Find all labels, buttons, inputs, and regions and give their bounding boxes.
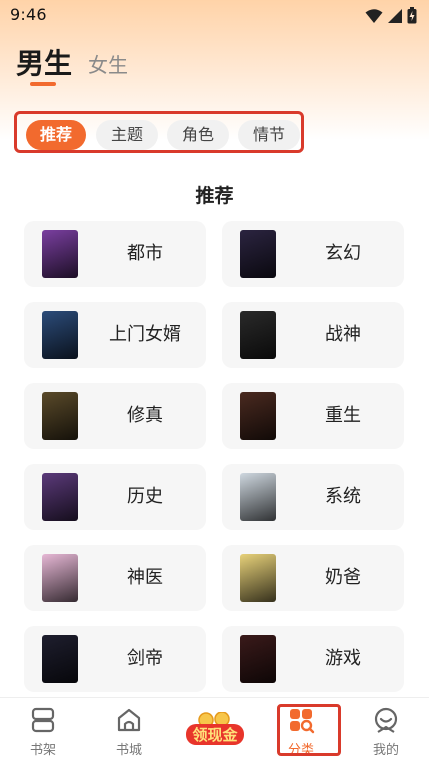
category-label: 系统 <box>325 486 361 507</box>
home-icon <box>117 708 141 732</box>
category-card-dushi[interactable]: 都市 <box>24 221 206 287</box>
category-card-xuanhuan[interactable]: 玄幻 <box>222 221 404 287</box>
book-cover-image <box>42 473 78 521</box>
category-card-shenyi[interactable]: 神医 <box>24 545 206 611</box>
nav-mine-label: 我的 <box>372 743 399 758</box>
category-card-xitong[interactable]: 系统 <box>222 464 404 530</box>
nav-bookstore[interactable]: 书城 <box>86 698 172 764</box>
category-label: 奶爸 <box>325 567 361 588</box>
category-card-lishi[interactable]: 历史 <box>24 464 206 530</box>
category-label: 历史 <box>127 486 163 507</box>
subtab-plot[interactable]: 情节 <box>238 120 300 150</box>
tab-male[interactable]: 男生 <box>16 42 72 82</box>
subtab-role[interactable]: 角色 <box>167 120 229 150</box>
book-cover-image <box>42 635 78 683</box>
category-label: 修真 <box>127 405 163 426</box>
signal-icon <box>388 8 402 23</box>
bookshelf-icon <box>31 707 55 733</box>
nav-mine[interactable]: 我的 <box>343 698 429 764</box>
gender-tabs: 男生 女生 <box>16 42 128 82</box>
category-card-youxi[interactable]: 游戏 <box>222 626 404 692</box>
nav-bookshelf-label: 书架 <box>29 743 56 758</box>
book-cover-image <box>240 473 276 521</box>
book-cover-image <box>240 554 276 602</box>
category-card-xiuzhen[interactable]: 修真 <box>24 383 206 449</box>
nav-bookshelf[interactable]: 书架 <box>0 698 86 764</box>
category-label: 重生 <box>325 405 361 426</box>
tab-male-indicator <box>30 82 56 86</box>
battery-icon <box>407 7 417 24</box>
profile-icon <box>374 707 398 733</box>
category-label: 剑帝 <box>127 648 163 669</box>
tab-male-label: 男生 <box>16 47 73 80</box>
book-cover-image <box>42 311 78 359</box>
wifi-icon <box>365 8 383 23</box>
category-label: 战神 <box>325 324 361 345</box>
book-cover-image <box>42 554 78 602</box>
category-label: 都市 <box>127 243 163 264</box>
category-card-zhanshen[interactable]: 战神 <box>222 302 404 368</box>
nav-bookstore-label: 书城 <box>115 743 142 758</box>
cash-reward-icon[interactable]: 领现金 <box>184 712 246 746</box>
status-bar: 9:46 <box>0 0 429 32</box>
book-cover-image <box>240 230 276 278</box>
category-label: 上门女婿 <box>109 324 181 345</box>
category-card-naiba[interactable]: 奶爸 <box>222 545 404 611</box>
category-card-shangmen[interactable]: 上门女婿 <box>24 302 206 368</box>
subtab-theme[interactable]: 主题 <box>96 120 158 150</box>
category-card-jiandi[interactable]: 剑帝 <box>24 626 206 692</box>
category-label: 游戏 <box>325 648 361 669</box>
nav-category-highlight-box <box>277 704 341 756</box>
book-cover-image <box>240 392 276 440</box>
tab-female[interactable]: 女生 <box>88 49 128 78</box>
category-label: 神医 <box>127 567 163 588</box>
subtab-recommend[interactable]: 推荐 <box>26 120 86 150</box>
book-cover-image <box>240 311 276 359</box>
status-icons <box>365 7 417 24</box>
book-cover-image <box>42 230 78 278</box>
book-cover-image <box>240 635 276 683</box>
section-title: 推荐 <box>195 185 234 207</box>
book-cover-image <box>42 392 78 440</box>
status-time: 9:46 <box>10 5 47 24</box>
category-card-chongsheng[interactable]: 重生 <box>222 383 404 449</box>
category-label: 玄幻 <box>325 243 361 264</box>
nav-cash-label: 领现金 <box>191 726 238 744</box>
